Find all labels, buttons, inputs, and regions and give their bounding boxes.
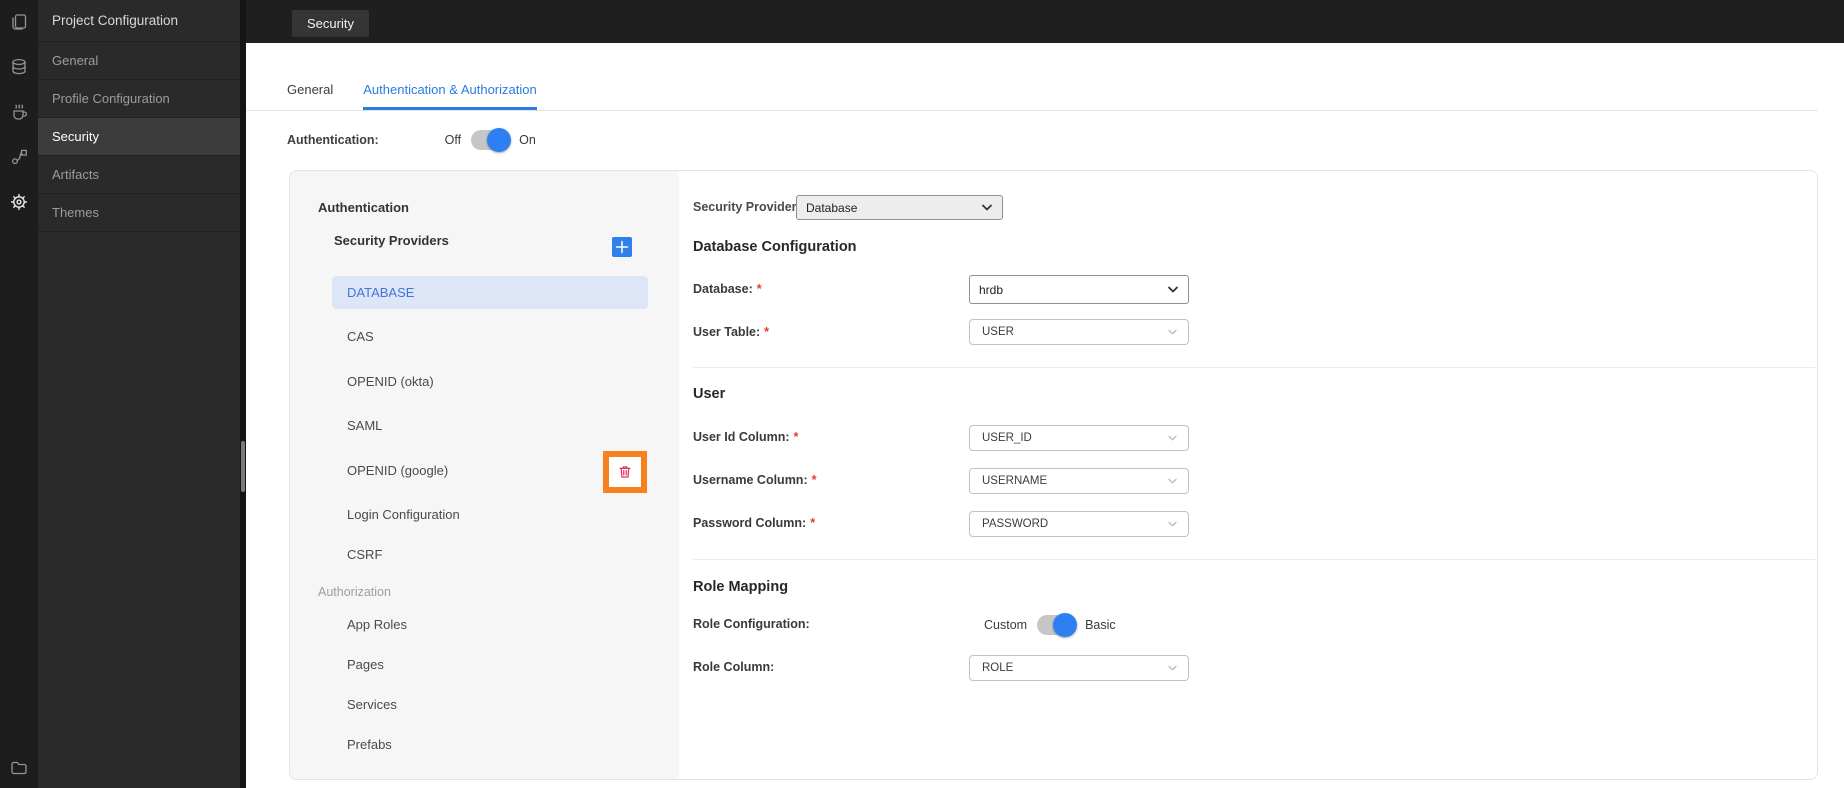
required-marker: * xyxy=(756,282,762,296)
app-window: Project Configuration General Profile Co… xyxy=(0,0,1844,788)
switch-knob-icon xyxy=(1053,613,1078,637)
database-value: hrdb xyxy=(979,282,1004,297)
sidebar-item-themes[interactable]: Themes xyxy=(38,194,240,232)
api-flow-icon[interactable] xyxy=(9,147,29,167)
chevron-down-icon xyxy=(1167,329,1178,336)
user-table-value: USER xyxy=(982,326,1014,338)
section-divider xyxy=(693,367,1815,368)
chevron-down-icon xyxy=(1167,286,1179,294)
password-column-select[interactable]: PASSWORD xyxy=(969,511,1189,537)
database-select[interactable]: hrdb xyxy=(969,275,1189,304)
top-bar: Security xyxy=(246,0,1844,43)
role-configuration-switch[interactable] xyxy=(1037,613,1078,637)
link-login-configuration[interactable]: Login Configuration xyxy=(332,498,648,531)
sidebar-scrollbar-thumb[interactable] xyxy=(241,441,245,492)
role-custom-label: Custom xyxy=(984,618,1028,632)
database-icon[interactable] xyxy=(9,57,29,77)
database-configuration-heading: Database Configuration xyxy=(693,239,857,255)
authentication-label: Authentication: xyxy=(287,133,379,147)
folder-icon[interactable] xyxy=(9,758,29,778)
authentication-section-heading: Authentication xyxy=(318,200,409,215)
sidebar-item-artifacts[interactable]: Artifacts xyxy=(38,156,240,194)
link-csrf[interactable]: CSRF xyxy=(332,538,648,571)
sidebar-item-security[interactable]: Security xyxy=(38,118,240,156)
role-column-select[interactable]: ROLE xyxy=(969,655,1189,681)
java-service-icon[interactable] xyxy=(9,102,29,122)
password-column-label: Password Column: * xyxy=(693,516,816,530)
role-column-value: ROLE xyxy=(982,662,1014,674)
role-configuration-label: Role Configuration: xyxy=(693,617,810,631)
required-marker: * xyxy=(764,325,770,339)
add-security-provider-button[interactable] xyxy=(612,237,632,257)
security-provider-label: Security Provider xyxy=(693,200,797,214)
topbar-tab-security[interactable]: Security xyxy=(292,10,369,37)
chevron-down-icon xyxy=(1167,665,1178,672)
role-configuration-toggle-row: Custom Basic xyxy=(984,613,1116,637)
icon-rail xyxy=(0,0,38,788)
delete-provider-button[interactable] xyxy=(616,463,634,481)
database-label: Database: * xyxy=(693,282,762,296)
plus-icon xyxy=(615,240,629,254)
provider-item-saml[interactable]: SAML xyxy=(332,409,648,442)
user-id-column-label: User Id Column: * xyxy=(693,430,799,444)
action-highlight-box xyxy=(603,451,647,493)
authentication-switch[interactable] xyxy=(471,128,512,152)
user-id-column-value: USER_ID xyxy=(982,432,1032,444)
user-section-heading: User xyxy=(693,386,726,402)
authentication-toggle-row: Authentication: Off On xyxy=(287,128,536,152)
trash-icon xyxy=(619,466,631,478)
required-marker: * xyxy=(811,473,817,487)
provider-item-cas[interactable]: CAS xyxy=(332,320,648,353)
provider-item-openid-google[interactable]: OPENID (google) xyxy=(332,454,648,487)
chevron-down-icon xyxy=(1167,478,1178,485)
username-column-value: USERNAME xyxy=(982,475,1048,487)
chevron-down-icon xyxy=(1167,521,1178,528)
tab-general[interactable]: General xyxy=(287,82,333,110)
link-pages[interactable]: Pages xyxy=(332,648,648,681)
role-basic-label: Basic xyxy=(1085,618,1116,632)
toggle-on-label: On xyxy=(519,133,536,147)
username-column-select[interactable]: USERNAME xyxy=(969,468,1189,494)
link-app-roles[interactable]: App Roles xyxy=(332,608,648,641)
user-table-label: User Table: * xyxy=(693,325,770,339)
required-marker: * xyxy=(793,430,799,444)
tab-bar: General Authentication & Authorization xyxy=(246,43,1818,111)
password-column-value: PASSWORD xyxy=(982,518,1049,530)
provider-form: Security Provider Database Database Conf… xyxy=(679,171,1817,779)
security-configuration-card: Authentication Security Providers DATABA… xyxy=(289,170,1818,780)
link-prefabs[interactable]: Prefabs xyxy=(332,728,648,761)
role-mapping-heading: Role Mapping xyxy=(693,579,789,595)
section-divider xyxy=(693,559,1815,560)
user-table-select[interactable]: USER xyxy=(969,319,1189,345)
security-provider-select[interactable]: Database xyxy=(796,195,1003,220)
sidebar-item-profile-configuration[interactable]: Profile Configuration xyxy=(38,80,240,118)
required-marker: * xyxy=(810,516,816,530)
authorization-section-heading: Authorization xyxy=(318,585,391,599)
provider-item-openid-okta[interactable]: OPENID (okta) xyxy=(332,365,648,398)
tab-authentication-authorization[interactable]: Authentication & Authorization xyxy=(363,82,536,110)
settings-gear-icon[interactable] xyxy=(9,192,29,212)
main-content: General Authentication & Authorization A… xyxy=(246,43,1844,788)
provider-item-database[interactable]: DATABASE xyxy=(332,276,648,309)
chevron-down-icon xyxy=(1167,435,1178,442)
role-column-label: Role Column: xyxy=(693,660,775,674)
switch-knob-icon xyxy=(487,128,512,152)
security-provider-value: Database xyxy=(806,200,858,215)
pages-icon[interactable] xyxy=(9,12,29,32)
providers-panel: Authentication Security Providers DATABA… xyxy=(290,171,679,779)
sidebar-scrollbar-track xyxy=(240,0,246,788)
link-services[interactable]: Services xyxy=(332,688,648,721)
sidebar-item-general[interactable]: General xyxy=(38,42,240,80)
username-column-label: Username Column: * xyxy=(693,473,817,487)
project-configuration-sidebar: Project Configuration General Profile Co… xyxy=(38,0,240,788)
chevron-down-icon xyxy=(981,204,993,212)
sidebar-title: Project Configuration xyxy=(38,0,240,42)
user-id-column-select[interactable]: USER_ID xyxy=(969,425,1189,451)
toggle-off-label: Off xyxy=(444,133,462,147)
security-providers-heading: Security Providers xyxy=(334,233,449,248)
